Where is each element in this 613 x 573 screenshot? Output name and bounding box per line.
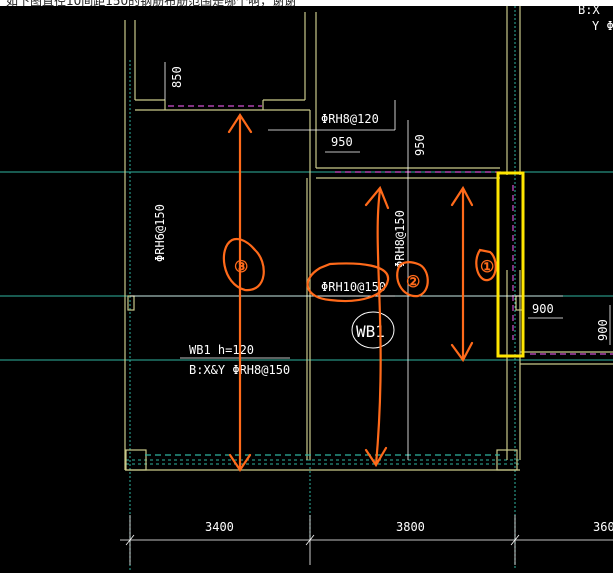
dim-900-horizontal: 900 (532, 302, 554, 316)
dim-950-vertical: 950 (413, 134, 427, 156)
corner-label-1: B:X (578, 6, 600, 17)
axis-dim-2: 3800 (396, 520, 425, 534)
rebar-label-mid: ΦRH8@150 (393, 210, 407, 268)
wall-lines (124, 6, 613, 471)
rebar-label-top: ΦRH8@120 (321, 112, 379, 126)
corner-label-2: Y Φ (592, 19, 613, 33)
mark-1: ① (480, 257, 494, 276)
slab-name: WB1 h=120 (189, 343, 254, 357)
axis-dim-3: 360 (593, 520, 613, 534)
mark-2: ② (406, 272, 420, 291)
slab-tag: WB1 (351, 311, 395, 349)
axis-dim-1: 3400 (205, 520, 234, 534)
dim-850: 850 (170, 66, 184, 88)
rebar-label-left: ΦRH6@150 (153, 204, 167, 262)
arrow-left-span (227, 112, 253, 472)
cad-drawing-canvas: B:X Y Φ 850 ΦRH8@120 950 950 ΦRH6@150 ΦR… (0, 6, 613, 573)
arrow-right-span (450, 185, 474, 363)
dim-900-vertical: 900 (596, 319, 610, 341)
mark-3: ③ (234, 257, 248, 276)
rebar-label-center: ΦRH10@150 (321, 280, 386, 294)
highlight-box (496, 171, 525, 358)
dim-950-horizontal: 950 (331, 135, 353, 149)
